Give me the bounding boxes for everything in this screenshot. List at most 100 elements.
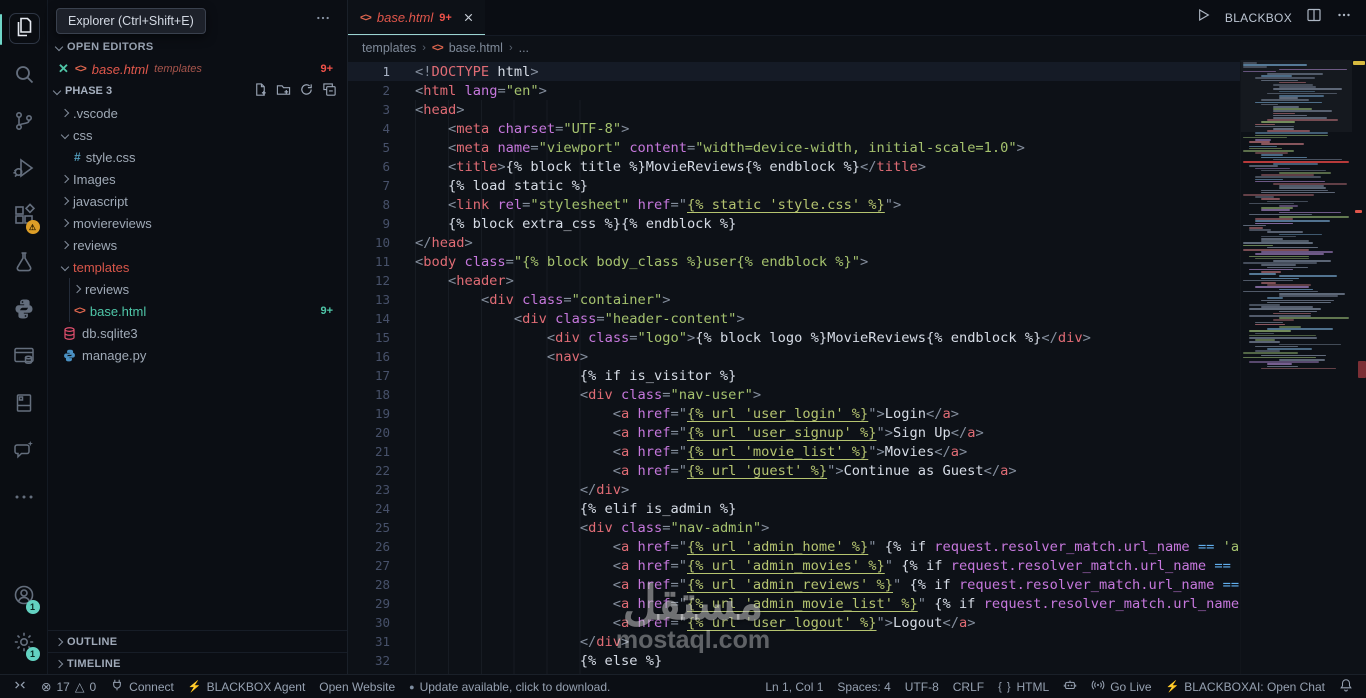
minimap-line bbox=[1279, 233, 1322, 236]
code-token: </ bbox=[925, 405, 943, 422]
tree-item-vscode[interactable]: .vscode bbox=[48, 102, 347, 124]
code-token: {% load static %} bbox=[415, 177, 589, 194]
blackbox-button[interactable]: BLACKBOX bbox=[1225, 11, 1292, 25]
status-update[interactable]: ● Update available, click to download. bbox=[402, 675, 617, 698]
activity-bar-item-accounts[interactable]: 1 bbox=[0, 574, 48, 621]
status-indentation[interactable]: Spaces: 4 bbox=[830, 675, 897, 698]
status-language-mode[interactable]: { } HTML bbox=[991, 675, 1056, 698]
code-editor[interactable]: 1 <!DOCTYPE html> 2 <html lang="en"> 3 <head>… bbox=[348, 60, 1366, 674]
status-remote-indicator[interactable] bbox=[6, 675, 34, 698]
code-token: "> bbox=[876, 424, 894, 441]
status-open-website[interactable]: Open Website bbox=[312, 675, 402, 698]
open-editor-file-name: base.html bbox=[91, 61, 149, 77]
tree-item-manage-py[interactable]: manage.py bbox=[48, 344, 347, 366]
code-line-13: 13 <div class="container"> bbox=[348, 290, 1240, 309]
tree-item-label: reviews bbox=[73, 237, 118, 253]
code-line-content: <header> bbox=[390, 273, 514, 289]
tree-item-label: css bbox=[73, 127, 93, 143]
code-line-content: <a href="{% url 'user_signup' %}">Sign U… bbox=[390, 425, 984, 441]
code-token: </ bbox=[415, 234, 432, 251]
breadcrumb-item[interactable]: base.html bbox=[449, 41, 503, 55]
outline-section[interactable]: OUTLINE bbox=[48, 630, 347, 652]
status-copilot[interactable] bbox=[1056, 675, 1084, 698]
code-token: > bbox=[761, 519, 770, 536]
activity-bar-item-testing[interactable] bbox=[0, 241, 48, 288]
close-tab-icon[interactable] bbox=[462, 11, 475, 24]
code-line-content: <div class="logo">{% block logo %}MovieR… bbox=[390, 330, 1091, 346]
run-icon[interactable] bbox=[1195, 7, 1211, 28]
activity-bar-item-db-viewer[interactable] bbox=[0, 335, 48, 382]
overview-ruler[interactable] bbox=[1352, 60, 1366, 674]
tree-item-css[interactable]: css bbox=[48, 124, 347, 146]
activity-bar-item-python[interactable] bbox=[0, 288, 48, 335]
code-token: html bbox=[489, 63, 531, 80]
activity-bar-item-run-debug[interactable] bbox=[0, 147, 48, 194]
code-token: html bbox=[423, 82, 457, 99]
activity-bar-item-settings[interactable]: 1 bbox=[0, 621, 48, 668]
code-line-content: {% elif is_admin %} bbox=[390, 501, 737, 517]
workspace-label: PHASE 3 bbox=[65, 85, 113, 97]
close-editor-icon[interactable]: ✕ bbox=[58, 61, 69, 77]
tree-item-reviews[interactable]: reviews bbox=[48, 234, 347, 256]
status-problems[interactable]: ⊗ 17 △ 0 bbox=[34, 675, 103, 698]
line-number: 8 bbox=[382, 197, 390, 212]
new-file-icon[interactable] bbox=[253, 82, 268, 100]
code-line-31: 31 </div> bbox=[348, 632, 1240, 651]
code-token: < bbox=[612, 462, 622, 479]
tree-item-javascript[interactable]: javascript bbox=[48, 190, 347, 212]
code-token: a bbox=[942, 405, 951, 422]
status-go-live[interactable]: Go Live bbox=[1084, 675, 1158, 698]
workspace-section[interactable]: PHASE 3 bbox=[48, 80, 347, 102]
status-blackbox-agent[interactable]: ⚡ BLACKBOX Agent bbox=[181, 675, 312, 698]
code-token: < bbox=[415, 253, 424, 270]
activity-bar-item-source-control[interactable] bbox=[0, 100, 48, 147]
breadcrumb-item[interactable]: ... bbox=[519, 41, 529, 55]
tree-item-templates-reviews[interactable]: reviews bbox=[48, 278, 347, 300]
minimap[interactable] bbox=[1240, 60, 1352, 674]
code-token: head bbox=[423, 101, 457, 118]
timeline-section[interactable]: TIMELINE bbox=[48, 652, 347, 674]
status-blackbox-open-chat[interactable]: ⚡ BLACKBOXAI: Open Chat bbox=[1159, 675, 1332, 698]
split-editor-icon[interactable] bbox=[1306, 7, 1322, 28]
open-editor-item-base-html[interactable]: ✕ <> base.html templates 9+ bbox=[48, 58, 347, 80]
activity-bar-top: ⚠ bbox=[0, 6, 48, 523]
code-token: > bbox=[621, 481, 630, 498]
status-bolt-icon: ⚡ bbox=[1165, 681, 1180, 693]
chevron-right-icon bbox=[60, 174, 70, 184]
status-encoding[interactable]: UTF-8 bbox=[898, 675, 946, 698]
minimap-line bbox=[1279, 187, 1326, 189]
code-line-26: 26 <a href="{% url 'admin_home' %}" {% i… bbox=[348, 537, 1240, 556]
status-connect[interactable]: Connect bbox=[103, 675, 181, 698]
breadcrumb-item[interactable]: templates bbox=[362, 41, 416, 55]
more-actions-icon[interactable] bbox=[1336, 7, 1352, 28]
minimap-line bbox=[1273, 110, 1332, 112]
tree-item-templates[interactable]: templates bbox=[48, 256, 347, 278]
collapse-all-icon[interactable] bbox=[322, 82, 337, 100]
activity-bar-item-notebook[interactable] bbox=[0, 382, 48, 429]
activity-bar-item-explorer[interactable] bbox=[0, 6, 48, 53]
activity-bar-item-extensions[interactable]: ⚠ bbox=[0, 194, 48, 241]
activity-bar-item-blackbox-chat[interactable] bbox=[0, 429, 48, 476]
tree-item-images[interactable]: Images bbox=[48, 168, 347, 190]
chevron-right-icon bbox=[54, 637, 64, 646]
status-cursor-position[interactable]: Ln 1, Col 1 bbox=[758, 675, 830, 698]
tree-item-base-html[interactable]: <> base.html 9+ bbox=[48, 300, 347, 322]
new-folder-icon[interactable] bbox=[276, 82, 291, 100]
activity-bar-item-search[interactable] bbox=[0, 53, 48, 100]
line-number: 17 bbox=[374, 368, 390, 383]
sidebar-more-actions-icon[interactable] bbox=[315, 10, 331, 29]
open-editors-section[interactable]: OPEN EDITORS bbox=[48, 36, 347, 58]
status-eol[interactable]: CRLF bbox=[946, 675, 991, 698]
refresh-icon[interactable] bbox=[299, 82, 314, 100]
tab-base-html[interactable]: <> base.html 9+ bbox=[348, 0, 485, 35]
activity-bar-item-more[interactable] bbox=[0, 476, 48, 523]
tree-item-moviereviews[interactable]: moviereviews bbox=[48, 212, 347, 234]
tree-item-style-css[interactable]: # style.css bbox=[48, 146, 347, 168]
minimap-line bbox=[1243, 66, 1267, 68]
tree-item-db-sqlite3[interactable]: db.sqlite3 bbox=[48, 322, 347, 344]
status-notifications[interactable] bbox=[1332, 675, 1360, 698]
